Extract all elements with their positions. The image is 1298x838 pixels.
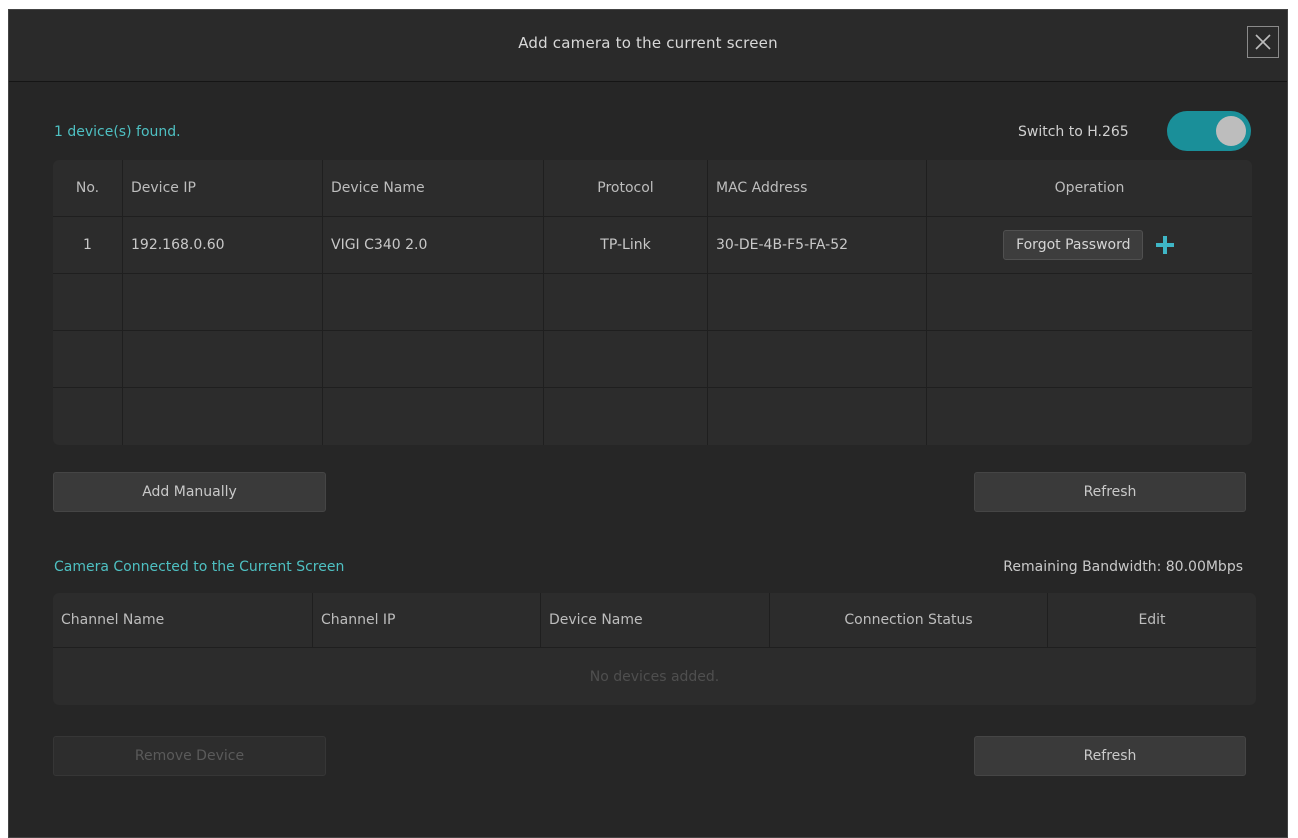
remaining-bandwidth: Remaining Bandwidth: 80.00Mbps (1003, 559, 1243, 575)
table-row (53, 331, 1252, 388)
plus-icon[interactable] (1154, 234, 1176, 256)
table-row: No devices added. (53, 648, 1256, 705)
col-operation: Operation (927, 160, 1252, 217)
col-channel-ip: Channel IP (313, 593, 541, 648)
remove-device-button[interactable]: Remove Device (53, 736, 326, 776)
empty-message: No devices added. (589, 668, 720, 685)
h265-label: Switch to H.265 (1018, 124, 1129, 140)
col-connection-status: Connection Status (770, 593, 1048, 648)
cell-device-name: VIGI C340 2.0 (323, 217, 544, 274)
table-header-row: No. Device IP Device Name Protocol MAC A… (53, 160, 1252, 217)
col-no: No. (53, 160, 123, 217)
table-header-row: Channel Name Channel IP Device Name Conn… (53, 593, 1256, 648)
dialog-title: Add camera to the current screen (518, 34, 778, 52)
col-protocol: Protocol (544, 160, 708, 217)
col-device-name: Device Name (323, 160, 544, 217)
cell-device-ip: 192.168.0.60 (123, 217, 323, 274)
connected-cameras-table: Channel Name Channel IP Device Name Conn… (53, 593, 1256, 705)
col-edit: Edit (1048, 593, 1256, 648)
close-button[interactable] (1247, 26, 1279, 58)
devices-found-text: 1 device(s) found. (54, 124, 181, 140)
table-row (53, 274, 1252, 331)
table-row (53, 388, 1252, 445)
col-channel-name: Channel Name (53, 593, 313, 648)
col-device-ip: Device IP (123, 160, 323, 217)
toggle-knob (1216, 116, 1246, 146)
discovered-devices-table: No. Device IP Device Name Protocol MAC A… (53, 160, 1252, 445)
cell-mac-address: 30-DE-4B-F5-FA-52 (708, 217, 927, 274)
forgot-password-button[interactable]: Forgot Password (1003, 230, 1144, 260)
cell-no: 1 (53, 217, 123, 274)
cell-operation: Forgot Password (927, 217, 1252, 274)
add-camera-dialog: Add camera to the current screen 1 devic… (8, 9, 1288, 838)
col-mac-address: MAC Address (708, 160, 927, 217)
refresh-connected-button[interactable]: Refresh (974, 736, 1246, 776)
col-device-name: Device Name (541, 593, 770, 648)
refresh-devices-button[interactable]: Refresh (974, 472, 1246, 512)
close-icon (1255, 34, 1271, 50)
h265-toggle[interactable] (1167, 111, 1251, 151)
table-row[interactable]: 1 192.168.0.60 VIGI C340 2.0 TP-Link 30-… (53, 217, 1252, 274)
add-manually-button[interactable]: Add Manually (53, 472, 326, 512)
cell-protocol: TP-Link (544, 217, 708, 274)
connected-section-title: Camera Connected to the Current Screen (54, 559, 345, 575)
dialog-header: Add camera to the current screen (9, 10, 1287, 82)
